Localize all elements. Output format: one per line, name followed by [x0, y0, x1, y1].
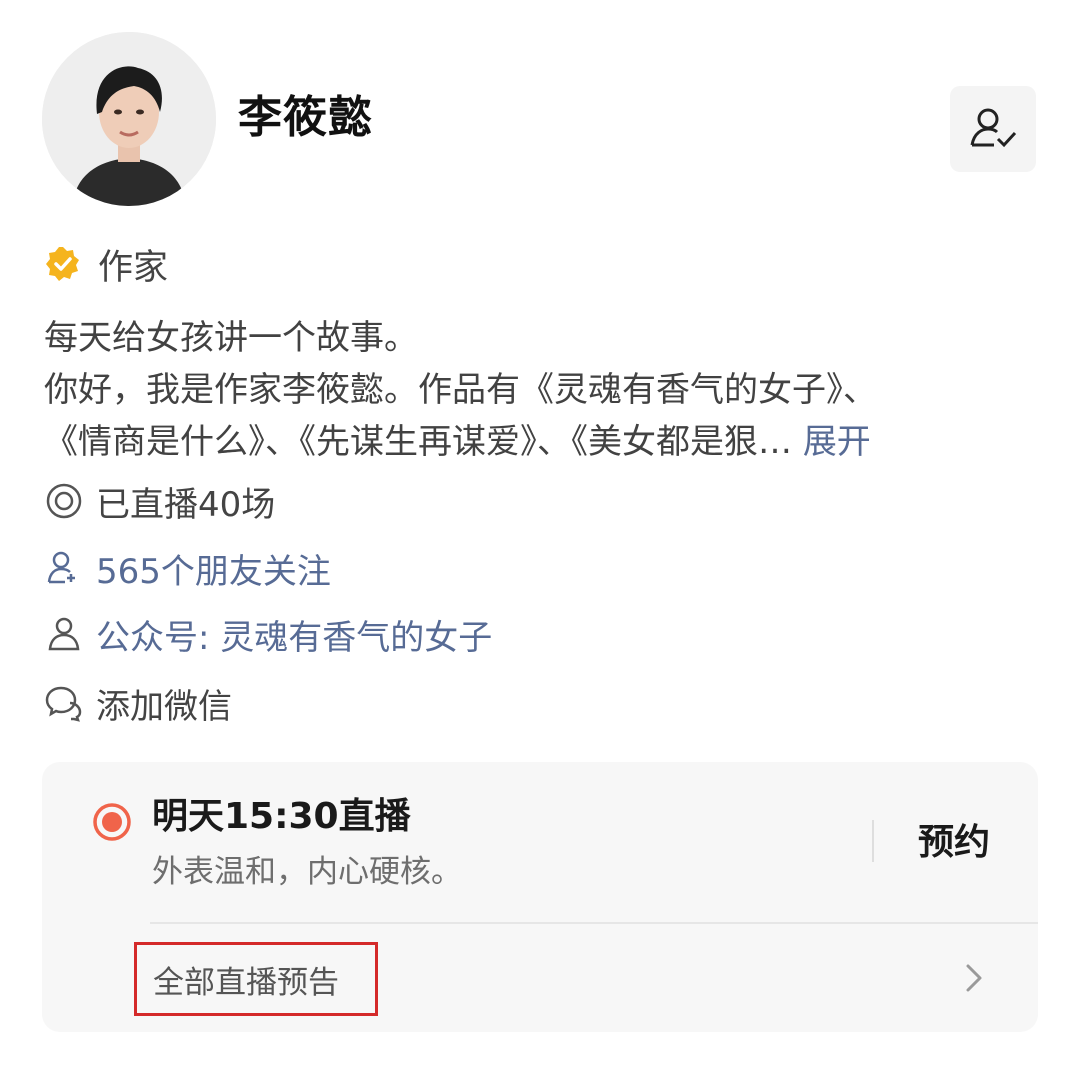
bio-line: 你好，我是作家李筱懿。作品有《灵魂有香气的女子》、: [44, 370, 877, 410]
live-description: 外表温和，内心硬核。: [152, 854, 462, 890]
official-account-row[interactable]: 公众号: 灵魂有香气的女子: [44, 609, 492, 659]
verified-badge-icon: [46, 247, 79, 281]
expand-link[interactable]: 展开: [803, 422, 871, 462]
live-dot-icon: [93, 803, 131, 841]
add-wechat-text: 添加微信: [96, 686, 232, 727]
official-account-icon: [48, 617, 80, 651]
reserve-button[interactable]: 预约: [910, 818, 998, 868]
avatar-photo: [42, 32, 216, 206]
live-count-row: 已直播40场: [44, 476, 275, 526]
user-check-icon: [970, 108, 1017, 148]
friends-follow-text: 565个朋友关注: [96, 551, 331, 592]
chat-bubble-icon: [45, 686, 82, 722]
friends-follow-row[interactable]: 565个朋友关注: [44, 543, 331, 593]
chevron-right-icon[interactable]: [962, 962, 986, 994]
bio-line: 每天给女孩讲一个故事。: [44, 318, 418, 358]
bio: 每天给女孩讲一个故事。 你好，我是作家李筱懿。作品有《灵魂有香气的女子》、 《情…: [44, 312, 1044, 468]
divider: [150, 922, 1038, 924]
bio-line: 《情商是什么》、《先谋生再谋爱》、《美女都是狠… 展开: [44, 416, 1044, 468]
avatar[interactable]: [42, 32, 216, 206]
divider: [872, 820, 874, 862]
add-wechat-row[interactable]: 添加微信: [44, 678, 232, 728]
live-title: 明天15:30直播: [152, 796, 411, 837]
live-count-text: 已直播40场: [96, 484, 276, 525]
verification-row: 作家: [44, 238, 168, 290]
profile-name: 李筱懿: [238, 92, 373, 143]
live-broadcast-icon: [46, 483, 82, 519]
official-account-text: 公众号: 灵魂有香气的女子: [96, 617, 493, 658]
friends-icon: [47, 551, 75, 584]
live-preview-card: 明天15:30直播 外表温和，内心硬核。 预约 全部直播预告: [42, 762, 1038, 1032]
follow-button[interactable]: [950, 86, 1036, 172]
bio-line-text: 《情商是什么》、《先谋生再谋爱》、《美女都是狠…: [44, 422, 792, 462]
all-live-previews-label: 全部直播预告: [153, 964, 339, 1001]
verification-label: 作家: [98, 247, 169, 288]
all-live-previews-link[interactable]: 全部直播预告: [134, 942, 378, 1016]
